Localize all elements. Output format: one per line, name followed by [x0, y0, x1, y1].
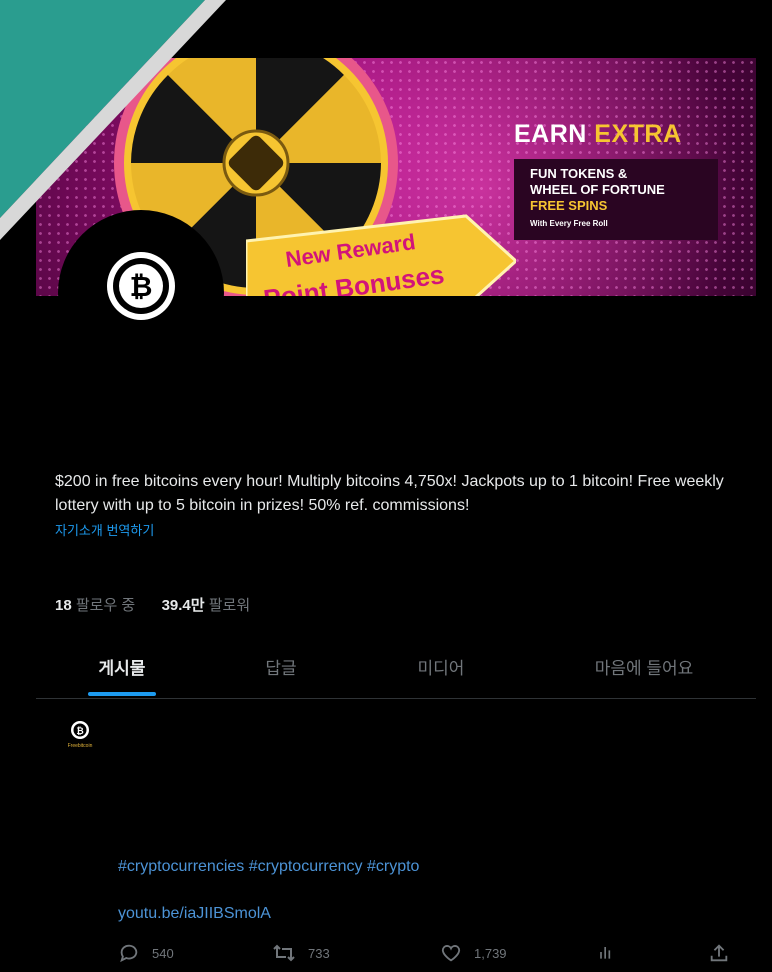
post-link[interactable]: youtu.be/iaJIIBSmolA: [118, 905, 271, 923]
heart-icon: [441, 945, 461, 962]
reply-button[interactable]: 540: [118, 942, 174, 964]
tab-media[interactable]: 미디어: [406, 654, 476, 679]
profile-bio: $200 in free bitcoins every hour! Multip…: [55, 473, 724, 514]
tab-posts[interactable]: 게시물: [88, 654, 156, 679]
share-button[interactable]: [708, 942, 730, 964]
following-link[interactable]: 18 팔로우 중: [55, 597, 135, 614]
banner-detail-box: FUN TOKENS & WHEEL OF FORTUNE FREE SPINS…: [514, 159, 718, 240]
banner-line1: FUN TOKENS &: [530, 166, 628, 181]
bar-chart-icon: [600, 947, 611, 959]
like-count: 1,739: [474, 945, 507, 961]
svg-text:₿: ₿: [130, 270, 153, 303]
retweet-icon: [273, 944, 295, 962]
post-avatar-caption: Freebitcoin: [68, 743, 93, 749]
share-icon: [710, 944, 728, 962]
banner-extra-text: EXTRA: [594, 120, 682, 148]
banner-line4: With Every Free Roll: [530, 219, 608, 228]
post-author-avatar[interactable]: ₿ Freebitcoin: [58, 720, 102, 752]
like-button[interactable]: 1,739: [440, 942, 507, 964]
bitcoin-logo-icon: ₿ Freebitcoin: [68, 721, 93, 749]
banner-headline: EARN EXTRA: [514, 120, 734, 149]
retweet-button[interactable]: 733: [272, 942, 330, 964]
banner-line3: FREE SPINS: [530, 198, 608, 213]
active-tab-indicator: [88, 692, 156, 696]
post-actions: 540 733 1,739: [118, 942, 738, 968]
reward-ribbon: New Reward Point Bonuses: [246, 214, 516, 296]
following-count: 18: [55, 597, 72, 614]
tab-replies[interactable]: 답글: [246, 654, 316, 679]
profile-avatar[interactable]: ₿: [58, 210, 224, 376]
reply-icon: [120, 944, 138, 963]
views-button[interactable]: [596, 942, 616, 962]
profile-tabs: 게시물 답글 미디어 마음에 들어요: [36, 640, 756, 699]
retweet-count: 733: [308, 945, 330, 961]
bitcoin-logo-icon: ₿: [107, 252, 175, 320]
svg-text:₿: ₿: [76, 726, 83, 737]
follow-stats: 18 팔로우 중 39.4만 팔로워: [55, 594, 250, 615]
followers-label: 팔로워: [208, 597, 251, 614]
reply-count: 540: [152, 945, 174, 961]
banner-promo-text: EARN EXTRA FUN TOKENS & WHEEL OF FORTUNE…: [514, 120, 734, 240]
banner-line2: WHEEL OF FORTUNE: [530, 182, 665, 197]
followers-link[interactable]: 39.4만 팔로워: [162, 597, 251, 614]
translate-bio-link[interactable]: 자기소개 번역하기: [55, 520, 154, 539]
banner-earn-text: EARN: [514, 120, 587, 148]
tab-likes[interactable]: 마음에 들어요: [584, 654, 704, 679]
followers-count: 39.4만: [161, 597, 205, 614]
following-label: 팔로우 중: [75, 597, 136, 614]
post-hashtags[interactable]: #cryptocurrencies #cryptocurrency #crypt…: [118, 858, 419, 876]
